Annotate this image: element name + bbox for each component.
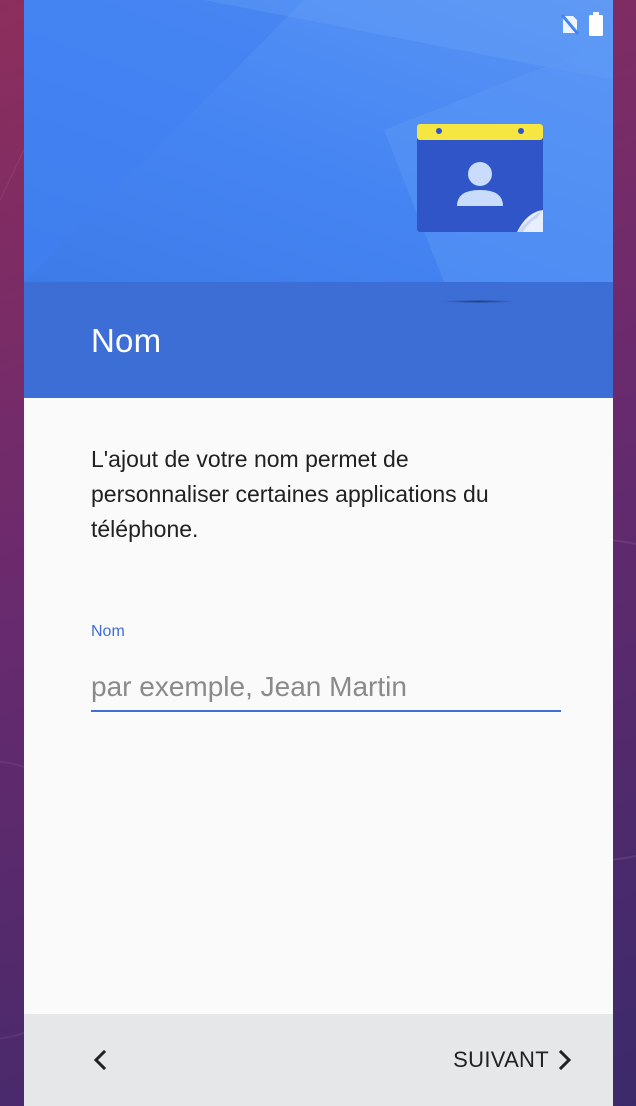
hero-banner	[24, 0, 613, 282]
title-band: Nom	[24, 282, 613, 398]
next-button[interactable]: SUIVANT	[453, 1036, 573, 1084]
chevron-right-icon	[558, 1049, 572, 1071]
next-button-label: SUIVANT	[453, 1047, 549, 1072]
name-input[interactable]	[91, 664, 561, 712]
description-text: L'ajout de votre nom permet de personnal…	[91, 446, 489, 542]
name-field-label: Nom	[91, 623, 125, 640]
no-sim-icon	[561, 14, 579, 35]
contact-card-icon	[417, 124, 543, 232]
chevron-left-icon	[93, 1049, 107, 1071]
back-button[interactable]	[76, 1036, 124, 1084]
form-content: L'ajout de votre nom permet de personnal…	[24, 398, 613, 1014]
navigation-bar: SUIVANT	[24, 1014, 613, 1106]
setup-screen: Nom L'ajout de votre nom permet de perso…	[24, 0, 613, 1106]
illustration-shadow	[444, 300, 514, 303]
battery-full-icon	[589, 12, 603, 36]
page-title: Nom	[91, 322, 162, 359]
status-bar	[561, 12, 603, 36]
